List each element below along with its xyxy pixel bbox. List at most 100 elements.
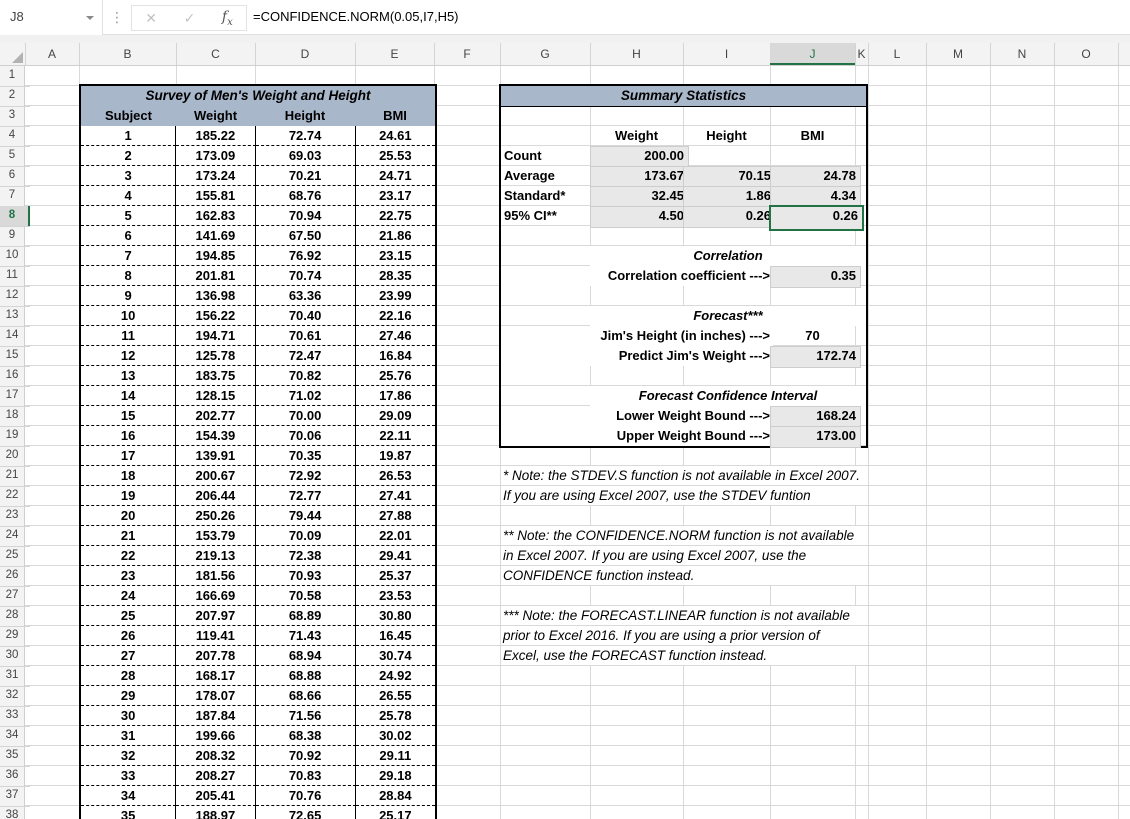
cell[interactable]: 187.84 (176, 706, 256, 726)
row-header-3[interactable]: 3 (0, 106, 30, 127)
cell[interactable]: 208.27 (176, 766, 256, 786)
cell[interactable]: 23.15 (355, 246, 435, 266)
cell[interactable]: 23 (81, 566, 177, 586)
cell[interactable]: 200.00 (590, 146, 689, 168)
cell[interactable]: 23.53 (355, 586, 435, 606)
row-header-14[interactable]: 14 (0, 326, 30, 347)
cell[interactable]: 13 (81, 366, 177, 386)
lower-bound-value-cell[interactable]: 168.24 (770, 406, 861, 428)
row-header-38[interactable]: 38 (0, 806, 30, 819)
cell[interactable]: 219.13 (176, 546, 256, 566)
cell[interactable]: 206.44 (176, 486, 256, 506)
row-header-11[interactable]: 11 (0, 266, 30, 287)
cell[interactable]: 67.50 (255, 226, 356, 246)
cell[interactable]: 68.76 (255, 186, 356, 206)
cell[interactable]: 21 (81, 526, 177, 546)
cell[interactable]: 28.84 (355, 786, 435, 806)
cell[interactable]: 68.88 (255, 666, 356, 686)
row-header-17[interactable]: 17 (0, 386, 30, 407)
cell[interactable]: 68.94 (255, 646, 356, 666)
cell[interactable]: 1.86 (683, 186, 776, 208)
row-header-25[interactable]: 25 (0, 546, 30, 567)
cell[interactable]: 194.71 (176, 326, 256, 346)
formula-bar-drag-dots-icon[interactable]: ⋮ (108, 0, 126, 35)
lower-bound-label[interactable]: Lower Weight Bound ---> (501, 406, 773, 426)
note-text[interactable]: *** Note: the FORECAST.LINEAR function i… (501, 606, 864, 626)
cell[interactable]: 21.86 (355, 226, 435, 246)
column-header-O[interactable]: O (1054, 43, 1119, 65)
cell[interactable]: 70.09 (255, 526, 356, 546)
row-header-13[interactable]: 13 (0, 306, 30, 327)
cell[interactable]: 4 (81, 186, 177, 206)
cell[interactable]: 70.76 (255, 786, 356, 806)
cell[interactable]: 70.00 (255, 406, 356, 426)
cell[interactable]: 31 (81, 726, 177, 746)
cell[interactable]: 28 (81, 666, 177, 686)
row-header-19[interactable]: 19 (0, 426, 30, 447)
cell[interactable]: 70.21 (255, 166, 356, 186)
cell[interactable]: 30.02 (355, 726, 435, 746)
cell[interactable]: 162.83 (176, 206, 256, 226)
select-all-corner[interactable] (0, 43, 26, 65)
cell[interactable]: 30.80 (355, 606, 435, 626)
cell[interactable]: 22.01 (355, 526, 435, 546)
row-header-24[interactable]: 24 (0, 526, 30, 547)
cell[interactable]: 15 (81, 406, 177, 426)
formula-input[interactable]: =CONFIDENCE.NORM(0.05,I7,H5) (253, 0, 459, 35)
cell[interactable]: 30 (81, 706, 177, 726)
cell[interactable]: 156.22 (176, 306, 256, 326)
cell[interactable]: 22.16 (355, 306, 435, 326)
cell[interactable]: 72.38 (255, 546, 356, 566)
cell[interactable]: 7 (81, 246, 177, 266)
cell[interactable]: 207.97 (176, 606, 256, 626)
row-header-8[interactable]: 8 (0, 206, 30, 227)
cell[interactable]: 34 (81, 786, 177, 806)
row-header-1[interactable]: 1 (0, 66, 30, 87)
cell[interactable]: 0.26 (683, 206, 776, 228)
cell[interactable]: 70.61 (255, 326, 356, 346)
summary-row-label[interactable]: Standard* (501, 186, 593, 206)
cell[interactable]: 26 (81, 626, 177, 646)
cell[interactable]: 168.17 (176, 666, 256, 686)
survey-header-weight[interactable]: Weight (176, 106, 255, 126)
cell[interactable]: 70.94 (255, 206, 356, 226)
column-header-J[interactable]: J (770, 43, 856, 65)
cell[interactable]: 27.41 (355, 486, 435, 506)
column-header-L[interactable]: L (868, 43, 927, 65)
cell[interactable]: 155.81 (176, 186, 256, 206)
row-header-36[interactable]: 36 (0, 766, 30, 787)
cell[interactable]: 70.82 (255, 366, 356, 386)
summary-row-label[interactable]: Count (501, 146, 593, 166)
insert-function-icon[interactable]: fx (222, 9, 233, 28)
cell[interactable]: 30.74 (355, 646, 435, 666)
row-header-35[interactable]: 35 (0, 746, 30, 767)
survey-table-title[interactable]: Survey of Men's Weight and Height (81, 86, 435, 106)
cell[interactable]: 72.74 (255, 126, 356, 146)
cell[interactable]: 24 (81, 586, 177, 606)
cancel-icon[interactable]: ✕ (145, 10, 157, 27)
cell[interactable]: 25.53 (355, 146, 435, 166)
forecast-ci-title[interactable]: Forecast Confidence Interval (590, 386, 866, 406)
row-header-18[interactable]: 18 (0, 406, 30, 427)
cell[interactable]: 16.84 (355, 346, 435, 366)
cell[interactable]: 18 (81, 466, 177, 486)
note-text[interactable]: ** Note: the CONFIDENCE.NORM function is… (501, 526, 864, 546)
enter-icon[interactable]: ✓ (184, 10, 196, 27)
cell[interactable]: 141.69 (176, 226, 256, 246)
cell[interactable]: 17 (81, 446, 177, 466)
forecast-title[interactable]: Forecast*** (590, 306, 866, 326)
cell[interactable]: 22.75 (355, 206, 435, 226)
cell[interactable]: 153.79 (176, 526, 256, 546)
summary-row-label[interactable]: 95% CI** (501, 206, 593, 226)
note-text[interactable]: CONFIDENCE function instead. (501, 566, 864, 586)
cell[interactable]: 68.66 (255, 686, 356, 706)
cell[interactable]: 22.11 (355, 426, 435, 446)
column-header-M[interactable]: M (926, 43, 991, 65)
cell[interactable]: 70.58 (255, 586, 356, 606)
cell[interactable]: 72.47 (255, 346, 356, 366)
cell[interactable]: 200.67 (176, 466, 256, 486)
cell[interactable]: 128.15 (176, 386, 256, 406)
row-header-16[interactable]: 16 (0, 366, 30, 387)
cell[interactable]: 29.09 (355, 406, 435, 426)
row-header-12[interactable]: 12 (0, 286, 30, 307)
